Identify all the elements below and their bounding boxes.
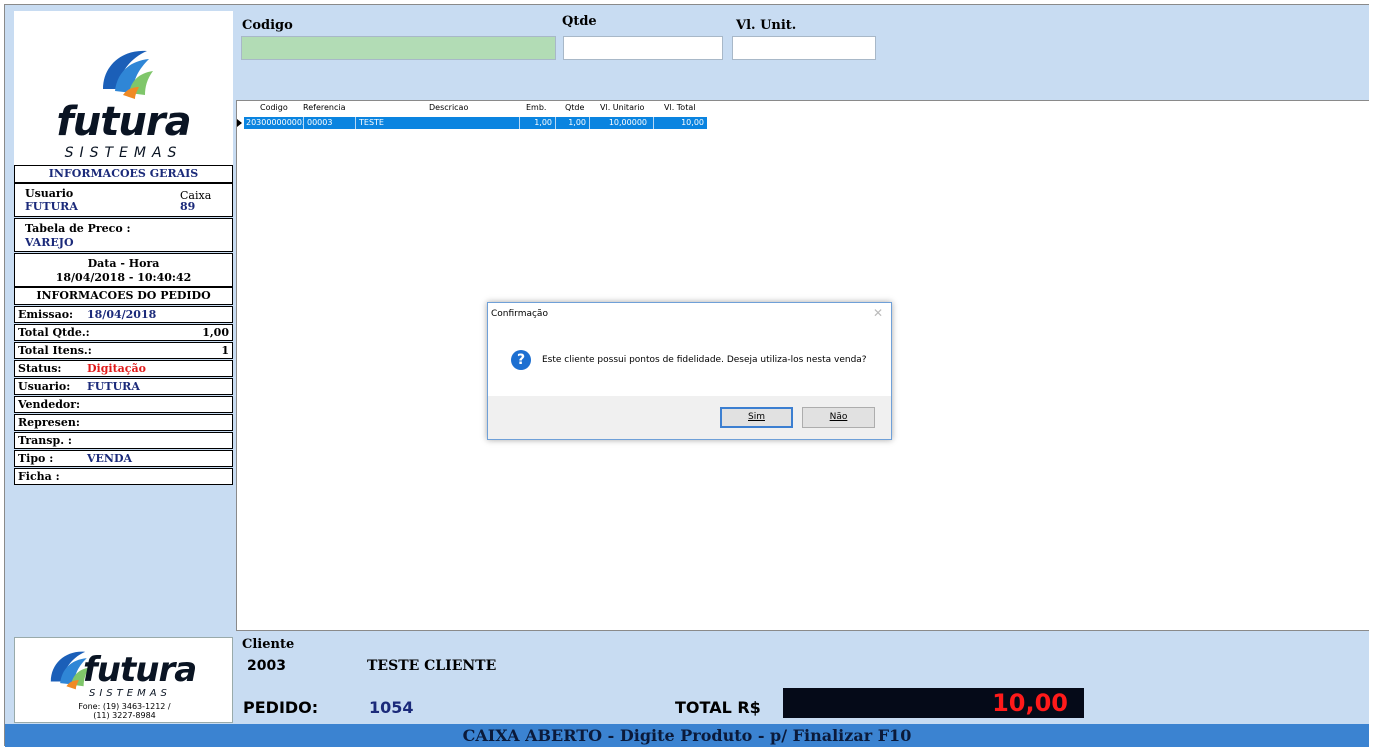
section-header-pedido-label: INFORMACOES DO PEDIDO — [36, 289, 211, 302]
pedido-row-value: VENDA — [87, 452, 133, 465]
pedido-row-label: Emissao: — [18, 308, 74, 321]
status-bar: CAIXA ABERTO - Digite Produto - p/ Final… — [5, 724, 1369, 747]
codigo-label: Codigo — [242, 18, 293, 33]
tabela-label: Tabela de Preco : — [25, 222, 131, 235]
pedido-row: Emissao: 18/04/2018 — [14, 306, 233, 323]
pedido-row-label: Ficha : — [18, 470, 60, 483]
pedido-row: Represen: — [14, 414, 233, 431]
total-label: TOTAL R$ — [675, 698, 761, 717]
footer-logo-wordmark: futura — [83, 650, 197, 690]
no-button-label: Não — [829, 412, 848, 422]
current-row-indicator-icon — [237, 119, 242, 127]
pedido-row-value: 1 — [221, 344, 229, 357]
pedido-row: Vendedor: — [14, 396, 233, 413]
pedido-row: Total Itens.: 1 — [14, 342, 233, 359]
table-row[interactable]: 203000000003 00003 TESTE 1,00 1,00 10,00… — [244, 117, 707, 129]
phone-line-1: Fone: (19) 3463-1212 / — [78, 702, 171, 711]
section-header-pedido: INFORMACOES DO PEDIDO — [14, 287, 233, 305]
usuario-caixa-box: Usuario FUTURA Caixa 89 — [14, 183, 233, 217]
pedido-row: Ficha : — [14, 468, 233, 485]
futura-logo-icon — [103, 50, 153, 99]
cell-descricao: TESTE — [356, 117, 520, 129]
cell-qtde: 1,00 — [556, 117, 590, 129]
total-display: 10,00 — [783, 688, 1084, 718]
grid-header-referencia[interactable]: Referencia — [303, 103, 346, 112]
qtde-label: Qtde — [562, 14, 597, 29]
tabela-value: VAREJO — [25, 236, 74, 249]
pedido-row: Usuario: FUTURA — [14, 378, 233, 395]
caixa-value: 89 — [180, 200, 196, 213]
grid-header-vl-total[interactable]: Vl. Total — [664, 103, 695, 112]
section-header-gerais: INFORMACOES GERAIS — [14, 165, 233, 183]
usuario-label: Usuario — [25, 187, 74, 200]
yes-button-label: Sim — [748, 412, 765, 422]
product-entry-bar: Codigo Qtde Vl. Unit. — [236, 5, 1369, 101]
logo-wordmark: futura — [56, 99, 191, 145]
pedido-row-label: Transp. : — [18, 434, 72, 447]
phone-line-2: (11) 3227-8984 — [93, 711, 156, 720]
codigo-input[interactable] — [241, 36, 556, 60]
yes-button[interactable]: Sim — [720, 407, 793, 428]
cell-referencia: 00003 — [304, 117, 356, 129]
datahora-label: Data - Hora — [87, 257, 160, 270]
pedido-row: Total Qtde.: 1,00 — [14, 324, 233, 341]
cell-vl-unitario: 10,00000 — [590, 117, 654, 129]
dialog-title: Confirmação — [491, 309, 548, 319]
pedido-row-label: Status: — [18, 362, 62, 375]
phone-numbers: Fone: (19) 3463-1212 / (11) 3227-8984 — [15, 702, 234, 720]
grid-header-codigo[interactable]: Codigo — [260, 103, 288, 112]
cliente-name: TESTE CLIENTE — [367, 658, 497, 674]
cliente-code: 2003 — [247, 658, 286, 674]
pedido-row-label: Tipo : — [18, 452, 54, 465]
pedido-row-label: Usuario: — [18, 380, 71, 393]
grid-header-descricao[interactable]: Descricao — [429, 103, 468, 112]
vlunit-label: Vl. Unit. — [736, 18, 797, 33]
usuario-value: FUTURA — [25, 200, 78, 213]
question-icon: ? — [511, 350, 531, 370]
grid-header-qtde[interactable]: Qtde — [565, 103, 584, 112]
grid-header-vl-unitario[interactable]: Vl. Unitario — [600, 103, 644, 112]
vlunit-input[interactable] — [732, 36, 876, 60]
pedido-row-label: Represen: — [18, 416, 80, 429]
footer-logo-subtitle: SISTEMAS — [89, 688, 171, 699]
pedido-row-label: Total Qtde.: — [18, 326, 90, 339]
pedido-label: PEDIDO: — [243, 698, 319, 717]
qtde-input[interactable] — [563, 36, 723, 60]
footer-logo-box: futura SISTEMAS Fone: (19) 3463-1212 / (… — [14, 637, 233, 723]
pedido-row-value: FUTURA — [87, 380, 140, 393]
logo-subtitle: SISTEMAS — [64, 145, 183, 161]
cell-codigo: 203000000003 — [246, 117, 304, 129]
pedido-row-value: 18/04/2018 — [87, 308, 157, 321]
pedido-row: Tipo : VENDA — [14, 450, 233, 467]
datahora-value: 18/04/2018 - 10:40:42 — [55, 271, 192, 284]
total-value: 10,00 — [992, 689, 1068, 717]
cell-vl-total: 10,00 — [681, 118, 704, 127]
no-button[interactable]: Não — [802, 407, 875, 428]
pedido-row-value: Digitação — [87, 362, 146, 375]
info-sidebar: futura SISTEMAS INFORMACOES GERAIS Usuar… — [5, 5, 236, 728]
pedido-number: 1054 — [369, 698, 414, 717]
company-logo: futura SISTEMAS — [14, 11, 233, 165]
pedido-row: Status: Digitação — [14, 360, 233, 377]
pedido-row: Transp. : — [14, 432, 233, 449]
pedido-row-label: Vendedor: — [18, 398, 81, 411]
dialog-message: Este cliente possui pontos de fidelidade… — [542, 355, 867, 365]
confirmation-dialog: Confirmação ✕ ? Este cliente possui pont… — [487, 302, 892, 440]
tabela-preco-box: Tabela de Preco : VAREJO — [14, 218, 233, 252]
pedido-row-value: 1,00 — [202, 326, 229, 339]
section-header-gerais-label: INFORMACOES GERAIS — [48, 167, 199, 180]
close-icon[interactable]: ✕ — [873, 306, 883, 320]
cliente-label: Cliente — [242, 637, 295, 652]
data-hora-box: Data - Hora 18/04/2018 - 10:40:42 — [14, 253, 233, 287]
cell-emb: 1,00 — [520, 117, 556, 129]
pedido-row-label: Total Itens.: — [18, 344, 92, 357]
grid-header-emb[interactable]: Emb. — [526, 103, 546, 112]
